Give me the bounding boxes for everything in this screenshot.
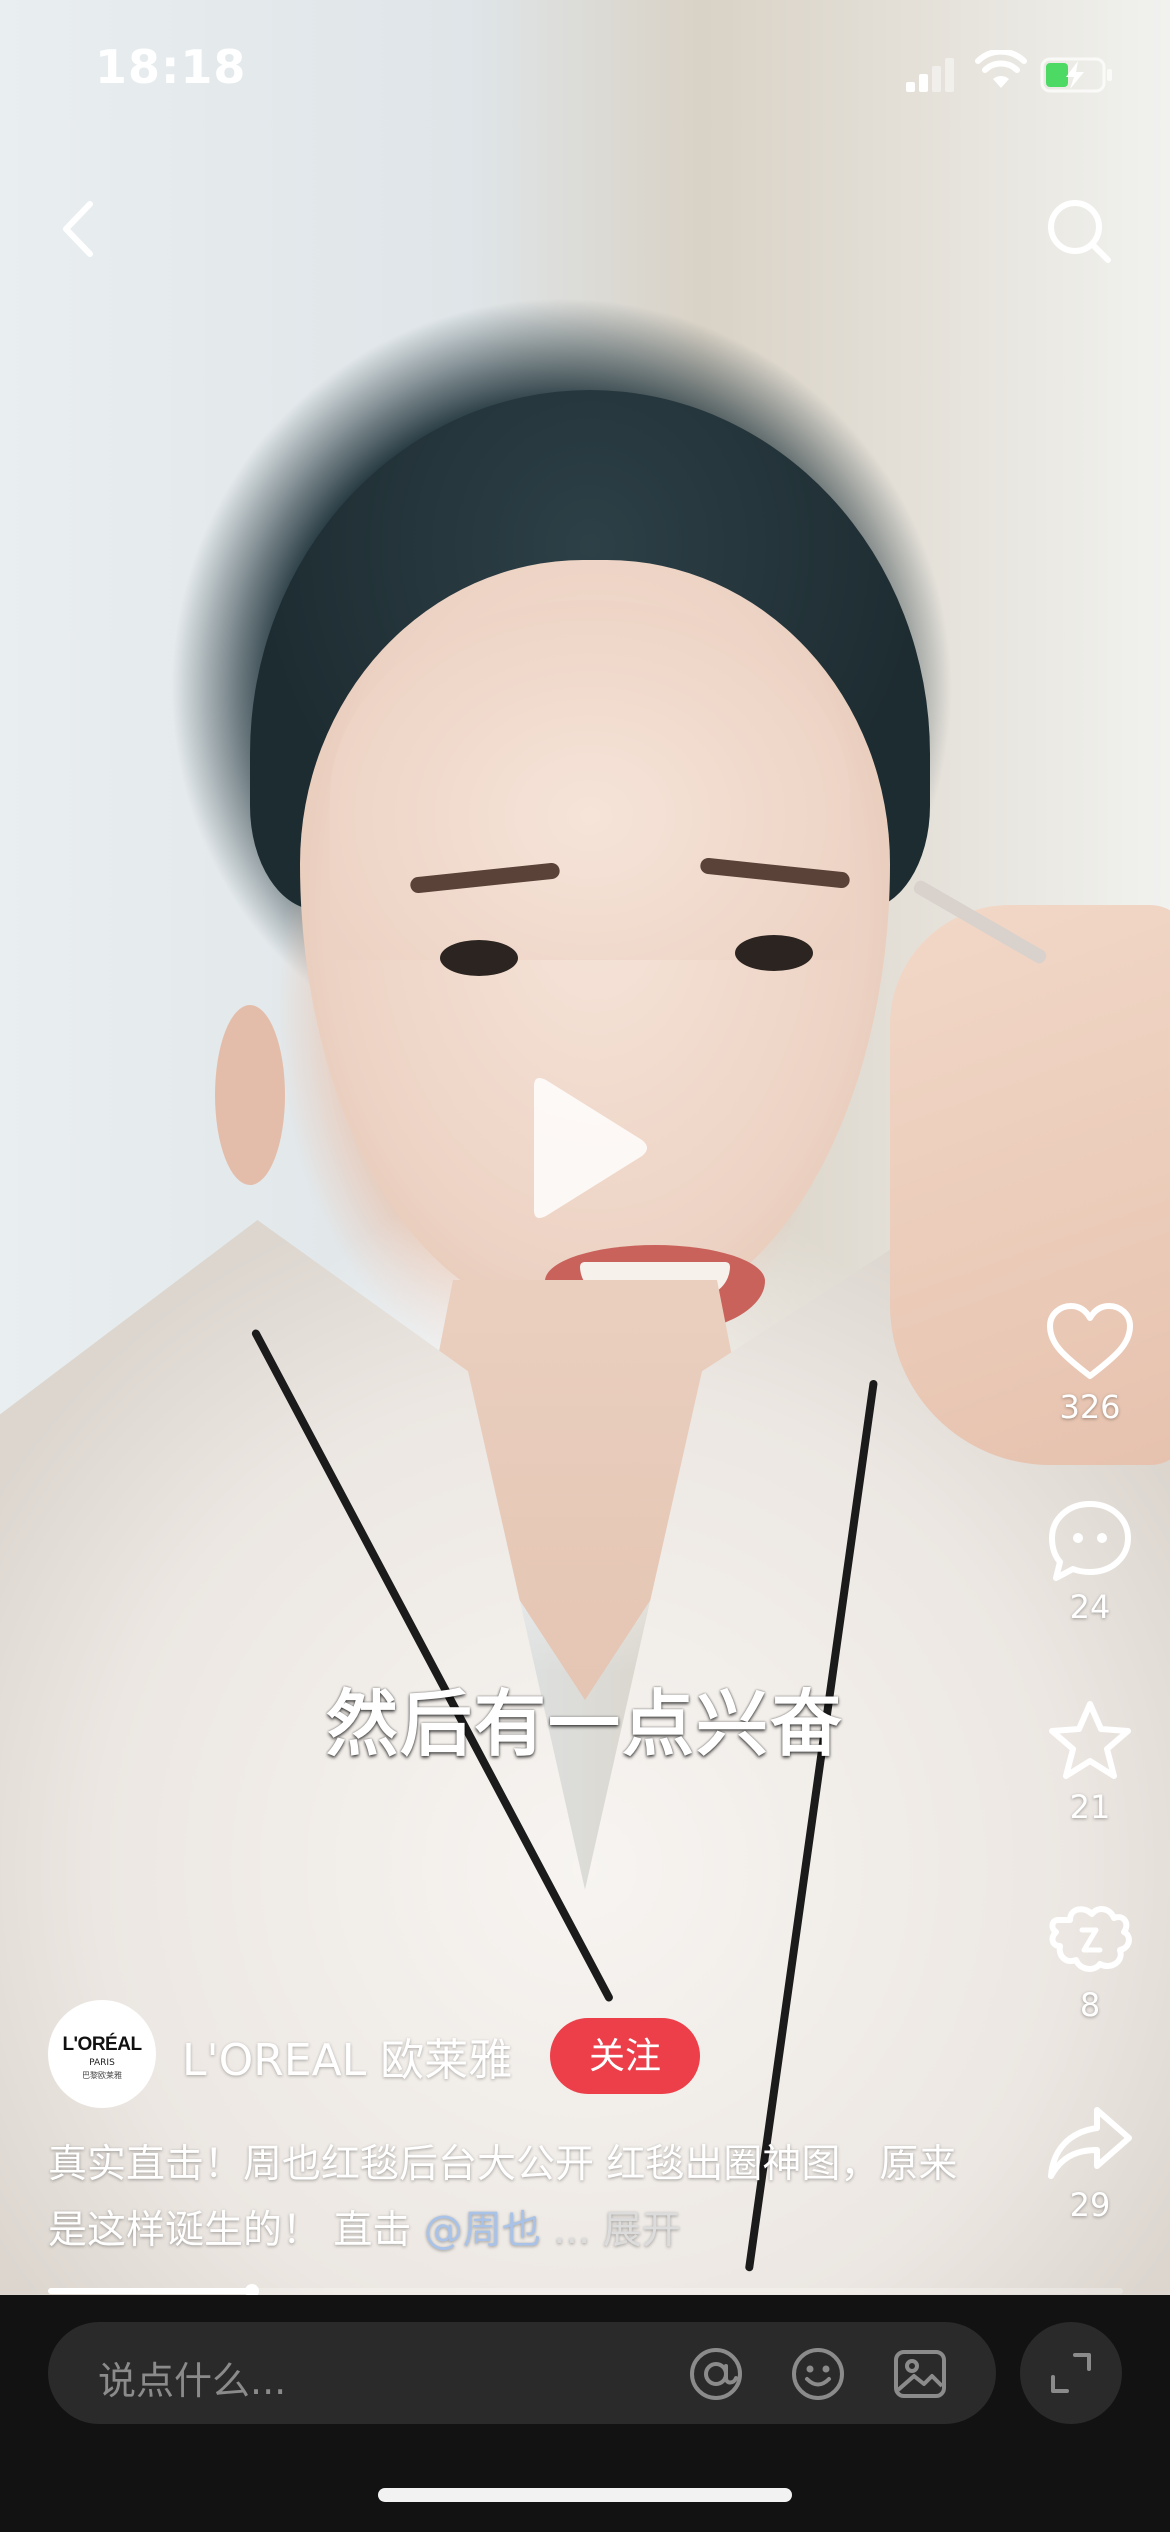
favorite-count: 21 xyxy=(1069,1788,1111,1826)
share-button[interactable]: 29 xyxy=(1030,2104,1150,2224)
avatar-logo-cn: 巴黎欧莱雅 xyxy=(82,2071,122,2080)
follow-button[interactable]: 关注 xyxy=(550,2018,700,2094)
video-progress-bar[interactable] xyxy=(48,2284,1123,2298)
comment-count: 24 xyxy=(1069,1588,1111,1626)
share-icon xyxy=(1048,2107,1132,2179)
video-subtitle: 然后有一点兴奋 xyxy=(325,1682,844,1766)
author-row: L'ORÉAL PARIS 巴黎欧莱雅 L'OREAL 欧莱雅 关注 xyxy=(48,2000,948,2112)
expand-caption-link[interactable]: 展开 xyxy=(603,2208,681,2253)
video-progress-fill xyxy=(48,2288,253,2294)
search-icon[interactable] xyxy=(1044,196,1114,266)
at-icon[interactable] xyxy=(688,2346,744,2402)
cellular-signal-icon xyxy=(906,58,954,92)
caption-ellipsis: ... xyxy=(553,2208,591,2253)
gift-count: 8 xyxy=(1079,1986,1101,2024)
comment-input[interactable]: 说点什么... xyxy=(48,2322,996,2424)
like-count: 326 xyxy=(1059,1388,1121,1426)
gift-button[interactable]: 8 xyxy=(1030,1898,1150,2024)
like-button[interactable]: 326 xyxy=(1030,1300,1150,1426)
caption-mention[interactable]: @周也 xyxy=(424,2208,541,2253)
status-time: 18:18 xyxy=(95,40,247,94)
gift-icon xyxy=(1049,1906,1132,1972)
share-count: 29 xyxy=(1069,2186,1111,2224)
video-scene-eye xyxy=(735,935,813,971)
comment-placeholder: 说点什么... xyxy=(98,2359,287,2403)
play-icon[interactable] xyxy=(516,1068,656,1228)
comment-icon xyxy=(1049,1501,1131,1581)
video-scene-ear xyxy=(215,1005,285,1185)
heart-icon xyxy=(1047,1303,1133,1379)
author-name[interactable]: L'OREAL 欧莱雅 xyxy=(182,2024,512,2088)
expand-icon xyxy=(1051,2353,1091,2393)
avatar-logo-city: PARIS xyxy=(89,2058,115,2068)
battery-charging-icon xyxy=(1040,57,1112,93)
emoji-icon[interactable] xyxy=(790,2346,846,2402)
video-screen: 18:18 326 24 21 8 29 然后有一点兴奋 L'ORÉAL PAR… xyxy=(0,0,1170,2532)
back-icon[interactable] xyxy=(52,196,108,262)
home-indicator[interactable] xyxy=(378,2488,792,2502)
image-icon[interactable] xyxy=(892,2346,948,2402)
avatar-logo-text: L'ORÉAL xyxy=(62,2034,142,2055)
fullscreen-button[interactable] xyxy=(1020,2322,1122,2424)
status-bar: 18:18 xyxy=(0,0,1170,140)
video-caption[interactable]: 真实直击！周也红毯后台大公开 红毯出圈神图，原来是这样诞生的！ 直击 @周也 .… xyxy=(48,2132,978,2264)
wifi-icon xyxy=(975,50,1027,88)
video-scene-eye xyxy=(440,940,518,976)
avatar[interactable]: L'ORÉAL PARIS 巴黎欧莱雅 xyxy=(48,2000,156,2108)
comment-button[interactable]: 24 xyxy=(1030,1498,1150,1626)
